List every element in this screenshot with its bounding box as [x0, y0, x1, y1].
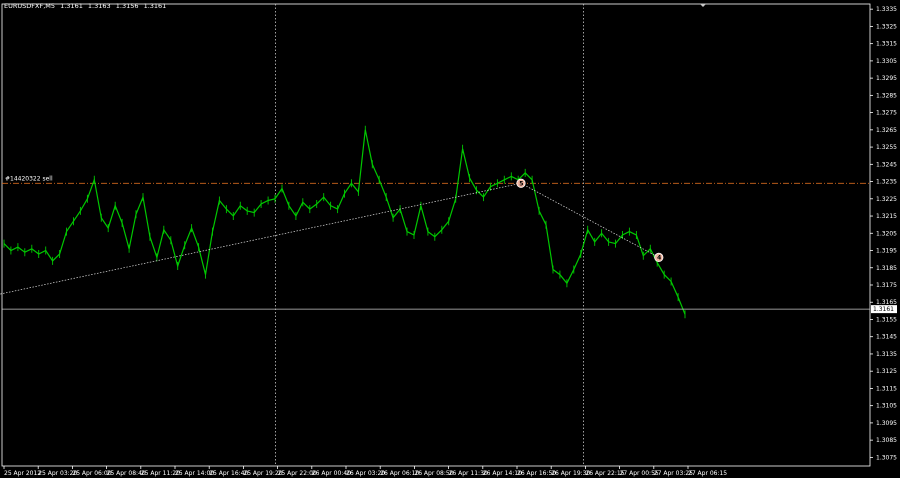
y-tick-label: 1.3255 — [876, 144, 897, 151]
close-value: 1.3161 — [143, 2, 167, 10]
trade-marker-label: 5 — [519, 180, 523, 187]
x-tick-label: 27 Apr 06:15 — [688, 470, 727, 477]
chart-window[interactable]: 1.3335 1.3325 1.3315 1.3305 1.3295 1.3285 1.32… — [0, 0, 900, 478]
chart-shift-icon[interactable] — [700, 4, 706, 7]
symbol-header: EURUSDFXF,M5 1.3161 1.3163 1.3156 1.3161 — [4, 2, 169, 10]
y-tick-label: 1.3075 — [876, 454, 897, 461]
x-tick-label: 25 Apr 2012 — [4, 470, 41, 477]
y-tick-label: 1.3265 — [876, 127, 897, 134]
y-tick-label: 1.3155 — [876, 316, 897, 323]
y-tick-label: 1.3225 — [876, 196, 897, 203]
y-tick-label: 1.3115 — [876, 385, 897, 392]
symbol-name: EURUSDFXF,M5 — [4, 2, 56, 10]
y-tick-label: 1.3175 — [876, 282, 897, 289]
chart-canvas[interactable]: 1.3335 1.3325 1.3315 1.3305 1.3295 1.3285 1.32… — [0, 0, 900, 478]
y-tick-label: 1.3205 — [876, 230, 897, 237]
y-tick-label: 1.3315 — [876, 41, 897, 48]
y-tick-label: 1.3335 — [876, 6, 897, 13]
open-value: 1.3161 — [60, 2, 83, 10]
order-line-label: #14420322 sell — [5, 175, 53, 182]
y-tick-label: 1.3185 — [876, 265, 897, 272]
y-tick-label: 1.3215 — [876, 213, 897, 220]
price-range-bars — [3, 125, 686, 319]
low-value: 1.3156 — [115, 2, 139, 10]
y-tick-label: 1.3325 — [876, 23, 897, 30]
trade-connector-line — [520, 182, 659, 258]
current-price-label: 1.3161 — [873, 306, 894, 313]
y-tick-label: 1.3245 — [876, 161, 897, 168]
trade-connector-line — [0, 182, 522, 295]
high-value: 1.3163 — [87, 2, 111, 10]
y-tick-label: 1.3305 — [876, 58, 897, 65]
y-tick-label: 1.3145 — [876, 334, 897, 341]
y-tick-label: 1.3275 — [876, 110, 897, 117]
y-tick-label: 1.3135 — [876, 351, 897, 358]
y-tick-label: 1.3105 — [876, 403, 897, 410]
y-tick-label: 1.3085 — [876, 437, 897, 444]
y-tick-label: 1.3195 — [876, 248, 897, 255]
y-tick-label: 1.3125 — [876, 368, 897, 375]
y-tick-label: 1.3295 — [876, 75, 897, 82]
price-line-series — [3, 129, 686, 315]
y-tick-label: 1.3235 — [876, 179, 897, 186]
y-tick-label: 1.3285 — [876, 92, 897, 99]
trade-marker-label: 4 — [657, 255, 661, 262]
y-tick-label: 1.3095 — [876, 420, 897, 427]
